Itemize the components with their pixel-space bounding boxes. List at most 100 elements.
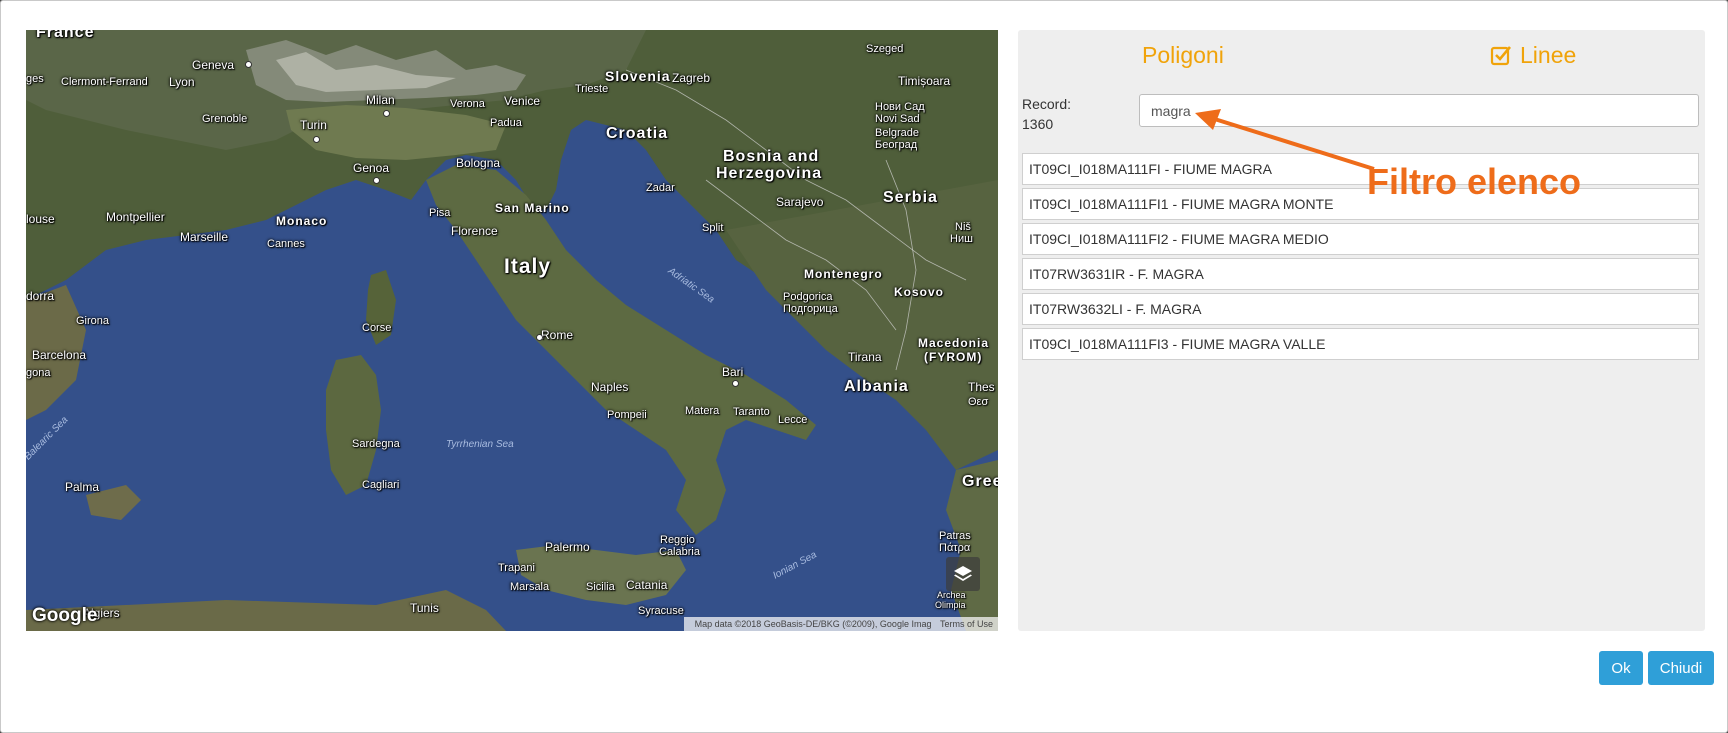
map-city-dot <box>383 110 390 117</box>
map-label-ges: ges <box>26 73 44 85</box>
map-city-dot <box>313 136 320 143</box>
map-label-tyrrhenian: Tyrrhenian Sea <box>446 439 514 450</box>
map-label-thes-2: Θεσ <box>968 396 989 408</box>
map-label-marseille: Marseille <box>180 230 229 244</box>
map-label-barcelona: Barcelona <box>32 348 87 362</box>
map-label-archea-1: Archea <box>937 590 966 600</box>
map-label-kosovo: Kosovo <box>894 285 945 299</box>
map-city-dot <box>245 61 252 68</box>
tab-linee-label: Linee <box>1520 42 1577 68</box>
map-label-serbia: Serbia <box>883 189 938 206</box>
close-button[interactable]: Chiudi <box>1648 651 1714 685</box>
map-label-monaco: Monaco <box>276 214 328 228</box>
map-label-taranto: Taranto <box>733 406 770 418</box>
map-label-belgrade-1: Belgrade <box>875 127 920 139</box>
map-label-archea-2: Olimpia <box>935 600 966 610</box>
map-label-patras-1: Patras <box>939 530 971 542</box>
map-label-syracuse: Syracuse <box>638 605 684 617</box>
map-label-montpellier: Montpellier <box>106 210 165 224</box>
map-label-macedonia-1: Macedonia <box>918 336 990 350</box>
result-list: IT09CI_I018MA111FI - FIUME MAGRA IT09CI_… <box>1022 153 1699 363</box>
map-label-pompeii: Pompeii <box>607 409 647 421</box>
map-label-szeged: Szeged <box>866 43 904 55</box>
map-label-florence: Florence <box>451 224 498 238</box>
tab-linee[interactable]: Linee <box>1490 42 1576 69</box>
map-label-lecce: Lecce <box>778 414 808 426</box>
map-label-macedonia-2: (FYROM) <box>924 350 983 364</box>
map-label-trieste: Trieste <box>575 83 609 95</box>
map-label-naples: Naples <box>591 380 629 394</box>
list-item[interactable]: IT07RW3631IR - F. MAGRA <box>1022 258 1699 290</box>
map-label-milan: Milan <box>366 93 395 107</box>
map-label-novi-sad-2: Novi Sad <box>875 113 920 125</box>
dialog: France Slovenia Croatia Bosnia and Herze… <box>0 0 1728 733</box>
map-label-bosnia-2: Herzegovina <box>716 165 823 182</box>
map-label-rome: Rome <box>541 328 574 342</box>
map-city-dot <box>732 380 739 387</box>
google-logo: Google <box>32 605 98 626</box>
record-label: Record: <box>1022 96 1072 112</box>
map-label-bologna: Bologna <box>456 156 501 170</box>
map-label-sicilia: Sicilia <box>586 581 615 593</box>
map-label-clermont: Clermont-Ferrand <box>61 76 148 88</box>
map-label-belgrade-2: Београд <box>875 139 918 151</box>
map-label-france: France <box>36 30 95 41</box>
list-item[interactable]: IT09CI_I018MA111FI1 - FIUME MAGRA MONTE <box>1022 188 1699 220</box>
map-label-italy: Italy <box>504 255 552 278</box>
map-label-palma: Palma <box>65 480 100 494</box>
tab-poligoni[interactable]: Poligoni <box>1142 42 1224 69</box>
map-label-padua: Padua <box>490 117 522 129</box>
map-label-grenoble: Grenoble <box>202 113 248 125</box>
map-label-gona: gona <box>26 367 51 379</box>
map-label-san-marino: San Marino <box>495 201 570 215</box>
map-label-greece: Gree <box>962 473 998 490</box>
checked-checkbox-icon[interactable] <box>1490 45 1512 67</box>
map-label-patras-2: Πάτρα <box>939 542 971 554</box>
map-label-pisa: Pisa <box>429 207 451 219</box>
map-label-lyon: Lyon <box>169 75 195 89</box>
map-label-reggio-1: Reggio <box>660 534 695 546</box>
map-attribution: Map data ©2018 GeoBasis-DE/BKG (©2009), … <box>683 617 998 631</box>
map-label-venice: Venice <box>504 94 541 108</box>
map-label-verona: Verona <box>450 98 485 110</box>
map-label-albania: Albania <box>844 378 909 395</box>
map-label-montenegro: Montenegro <box>804 267 883 281</box>
ok-button[interactable]: Ok <box>1599 651 1643 685</box>
map-label-novi-sad-1: Нови Сад <box>875 101 925 113</box>
record-count: Record: 1360 <box>1022 94 1071 134</box>
map-label-cagliari: Cagliari <box>362 479 400 491</box>
map-label-turin: Turin <box>300 118 327 132</box>
map-label-nis-2: Ниш <box>950 233 973 245</box>
map-label-trapani: Trapani <box>498 562 535 574</box>
map-label-timisoara: Timișoara <box>898 74 951 88</box>
map-label-podgorica-1: Podgorica <box>783 291 833 303</box>
list-item[interactable]: IT09CI_I018MA111FI2 - FIUME MAGRA MEDIO <box>1022 223 1699 255</box>
map-view[interactable]: France Slovenia Croatia Bosnia and Herze… <box>26 30 998 631</box>
map-label-bosnia-1: Bosnia and <box>723 148 820 165</box>
list-item[interactable]: IT07RW3632LI - F. MAGRA <box>1022 293 1699 325</box>
map-city-dot <box>373 177 380 184</box>
map-label-dorra: dorra <box>26 289 55 303</box>
map-label-reggio-2: Calabria <box>659 546 700 558</box>
map-label-zagreb: Zagreb <box>672 71 711 85</box>
map-label-split: Split <box>702 222 724 234</box>
map-label-tunis: Tunis <box>410 601 439 615</box>
record-value: 1360 <box>1022 116 1054 132</box>
annotation-label: Filtro elenco <box>1367 161 1582 202</box>
map-layers-button[interactable] <box>946 557 980 591</box>
map-label-louse: louse <box>26 212 55 226</box>
map-label-geneva: Geneva <box>192 58 235 72</box>
map-label-thes-1: Thes <box>968 380 995 394</box>
map-attribution-text: Map data ©2018 GeoBasis-DE/BKG (©2009), … <box>694 619 932 629</box>
map-label-sarajevo: Sarajevo <box>776 195 824 209</box>
annotation-arrow-icon <box>1195 109 1375 171</box>
map-label-cannes: Cannes <box>267 238 305 250</box>
map-city-dot <box>536 334 543 341</box>
map-label-palermo: Palermo <box>545 540 590 554</box>
layers-icon <box>954 566 972 581</box>
map-label-podgorica-2: Подгорица <box>783 303 838 315</box>
map-label-genoa: Genoa <box>353 161 390 175</box>
map-label-bari: Bari <box>722 365 744 379</box>
terms-of-use-link[interactable]: Terms of Use <box>940 619 993 629</box>
list-item[interactable]: IT09CI_I018MA111FI3 - FIUME MAGRA VALLE <box>1022 328 1699 360</box>
